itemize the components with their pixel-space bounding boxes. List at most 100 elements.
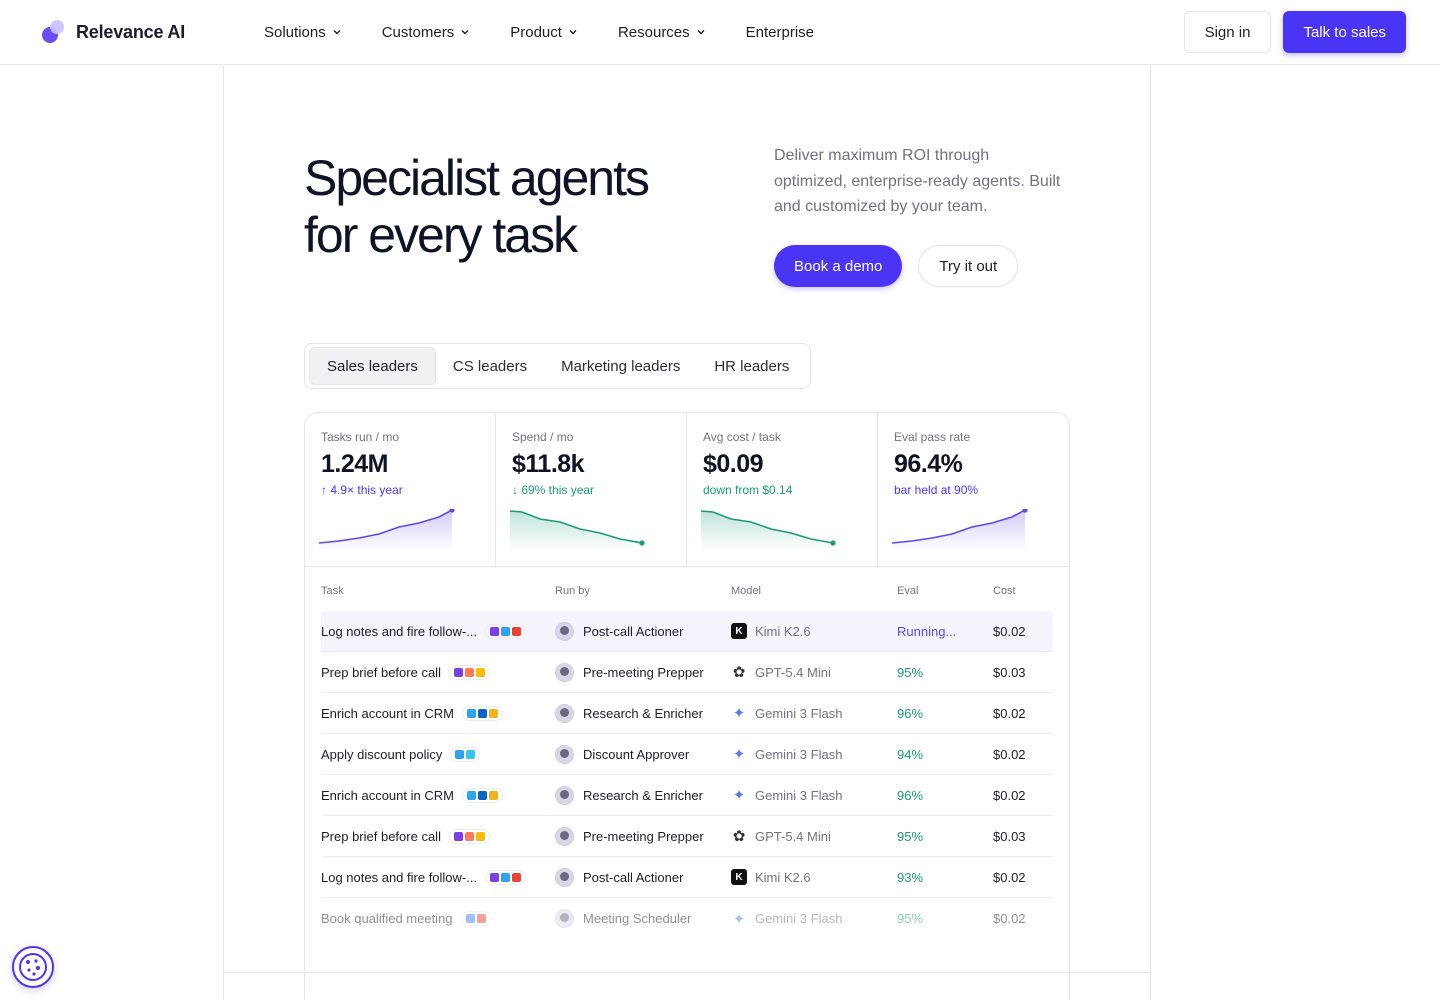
integration-icon: [455, 749, 465, 759]
table-row[interactable]: Prep brief before call Pre-meeting Prepp…: [321, 816, 1053, 857]
run-by-cell: Pre-meeting Prepper: [555, 826, 731, 846]
integration-icon: [475, 667, 485, 677]
task-name: Enrich account in CRM: [321, 787, 454, 803]
eval-cell: 95%: [897, 664, 924, 680]
header-eval: Eval: [897, 585, 919, 597]
integration-icon: [453, 667, 463, 677]
kpi-card: Spend / mo $11.8k ↓ 69% this year: [496, 413, 687, 566]
integration-icon: [490, 872, 500, 882]
model-cell: K Kimi K2.6: [731, 869, 897, 885]
agent-avatar: [555, 867, 574, 887]
task-cell: Log notes and fire follow-...: [321, 869, 555, 885]
task-cell: Prep brief before call: [321, 664, 555, 680]
brand-logo-link[interactable]: Relevance AI: [40, 19, 185, 45]
openai-icon: ✿: [732, 828, 746, 845]
integration-icon: [512, 872, 522, 882]
sparkline-endpoint: [830, 540, 836, 546]
task-cell: Enrich account in CRM: [321, 787, 555, 803]
kpi-label: Tasks run / mo: [321, 430, 400, 444]
agents-dashboard: Tasks run / mo 1.24M ↑ 4.9× this year Sp…: [304, 412, 1070, 1000]
model-name: GPT-5.4 Mini: [755, 664, 831, 680]
nav-resources-label: Resources: [617, 23, 690, 41]
gemini-icon: ✦: [732, 787, 746, 804]
hero-subtitle: Deliver maximum ROI through optimized, e…: [774, 147, 1061, 215]
model-name: GPT-5.4 Mini: [755, 828, 831, 844]
run-by-cell: Research & Enricher: [555, 703, 731, 723]
book-demo-button[interactable]: Book a demo: [774, 245, 903, 287]
cost-cell: $0.02: [993, 869, 1026, 885]
integration-icons: [485, 623, 527, 639]
table-row[interactable]: Log notes and fire follow-... Post-call …: [321, 611, 1053, 652]
run-by-cell: Discount Approver: [555, 744, 731, 764]
agent-avatar: [555, 744, 574, 764]
cost-cell: $0.02: [993, 911, 1026, 926]
cookie-settings-button[interactable]: [12, 946, 54, 988]
kpi-value: 96.4%: [894, 450, 963, 478]
cookie-icon: [19, 953, 47, 981]
table-row[interactable]: Enrich account in CRM Research & Enriche…: [321, 693, 1053, 734]
nav-solutions[interactable]: Solutions: [264, 24, 342, 41]
table-header: Task Run by Model Eval Cost: [321, 567, 1053, 611]
integration-icon: [465, 914, 475, 923]
kpi-card: Avg cost / task $0.09 down from $0.14: [687, 413, 878, 566]
nav-resources[interactable]: Resources: [618, 24, 706, 41]
model-name: Gemini 3 Flash: [755, 787, 843, 803]
gemini-icon: ✦: [732, 746, 746, 763]
integration-icon: [464, 831, 474, 841]
kpi-value: $0.09: [703, 450, 764, 478]
header-cost: Cost: [993, 585, 1016, 597]
eval-cell: 95%: [897, 911, 924, 926]
integration-icon: [501, 872, 511, 882]
integration-icon: [466, 749, 476, 759]
nav-enterprise[interactable]: Enterprise: [746, 24, 814, 41]
model-cell: ✿ GPT-5.4 Mini: [731, 828, 897, 845]
sparkline-chart: [892, 509, 1028, 551]
table-row[interactable]: Enrich account in CRM Research & Enriche…: [321, 775, 1053, 816]
integration-icons: [448, 828, 490, 844]
try-it-out-button[interactable]: Try it out: [918, 245, 1019, 287]
integration-icons: [450, 746, 481, 762]
nav-customers[interactable]: Customers: [382, 24, 471, 41]
model-cell: ✦ Gemini 3 Flash: [731, 746, 897, 763]
tab-cs-leaders[interactable]: CS leaders: [436, 347, 544, 385]
integration-icons: [460, 911, 491, 926]
nav-customers-label: Customers: [381, 23, 455, 41]
tab-sales-leaders[interactable]: Sales leaders: [309, 347, 436, 385]
cost-cell: $0.03: [993, 828, 1026, 844]
cost-cell: $0.02: [993, 787, 1026, 803]
nav-enterprise-label: Enterprise: [745, 23, 815, 41]
tab-marketing-leaders[interactable]: Marketing leaders: [544, 347, 697, 385]
task-cell: Prep brief before call: [321, 828, 555, 844]
model-cell: K Kimi K2.6: [731, 623, 897, 639]
agent-name: Research & Enricher: [583, 705, 703, 721]
nav-solutions-label: Solutions: [264, 23, 326, 41]
table-row[interactable]: Log notes and fire follow-... Post-call …: [321, 857, 1053, 898]
table-row[interactable]: Apply discount policy Discount Approver …: [321, 734, 1053, 775]
sparkline-chart: [510, 510, 645, 551]
openai-icon: ✿: [732, 664, 746, 681]
chevron-down-icon: [569, 30, 577, 35]
kimi-icon: K: [731, 869, 747, 885]
model-name: Gemini 3 Flash: [755, 911, 843, 926]
table-row[interactable]: Book qualified meeting Meeting Scheduler…: [321, 898, 1053, 939]
sign-in-button[interactable]: Sign in: [1183, 11, 1272, 53]
table-row[interactable]: Prep brief before call Pre-meeting Prepp…: [321, 652, 1053, 693]
nav-product[interactable]: Product: [510, 24, 578, 41]
kpi-label: Avg cost / task: [703, 430, 781, 444]
run-by-cell: Pre-meeting Prepper: [555, 662, 731, 682]
model-cell: ✿ GPT-5.4 Mini: [731, 664, 897, 681]
eval-cell: 96%: [897, 705, 924, 721]
task-name: Prep brief before call: [321, 828, 441, 844]
eval-cell: Running...: [897, 623, 957, 639]
agent-name: Research & Enricher: [583, 787, 703, 803]
kpi-card: Eval pass rate 96.4% bar held at 90%: [878, 413, 1069, 566]
model-name: Gemini 3 Flash: [755, 746, 843, 762]
integration-icon: [477, 708, 487, 718]
task-name: Log notes and fire follow-...: [321, 869, 478, 885]
tab-hr-leaders[interactable]: HR leaders: [697, 347, 806, 385]
integration-icon: [488, 708, 498, 718]
talk-to-sales-button[interactable]: Talk to sales: [1283, 11, 1406, 53]
agent-name: Pre-meeting Prepper: [583, 664, 704, 680]
gemini-icon: ✦: [732, 705, 746, 722]
integration-icon: [475, 831, 485, 841]
